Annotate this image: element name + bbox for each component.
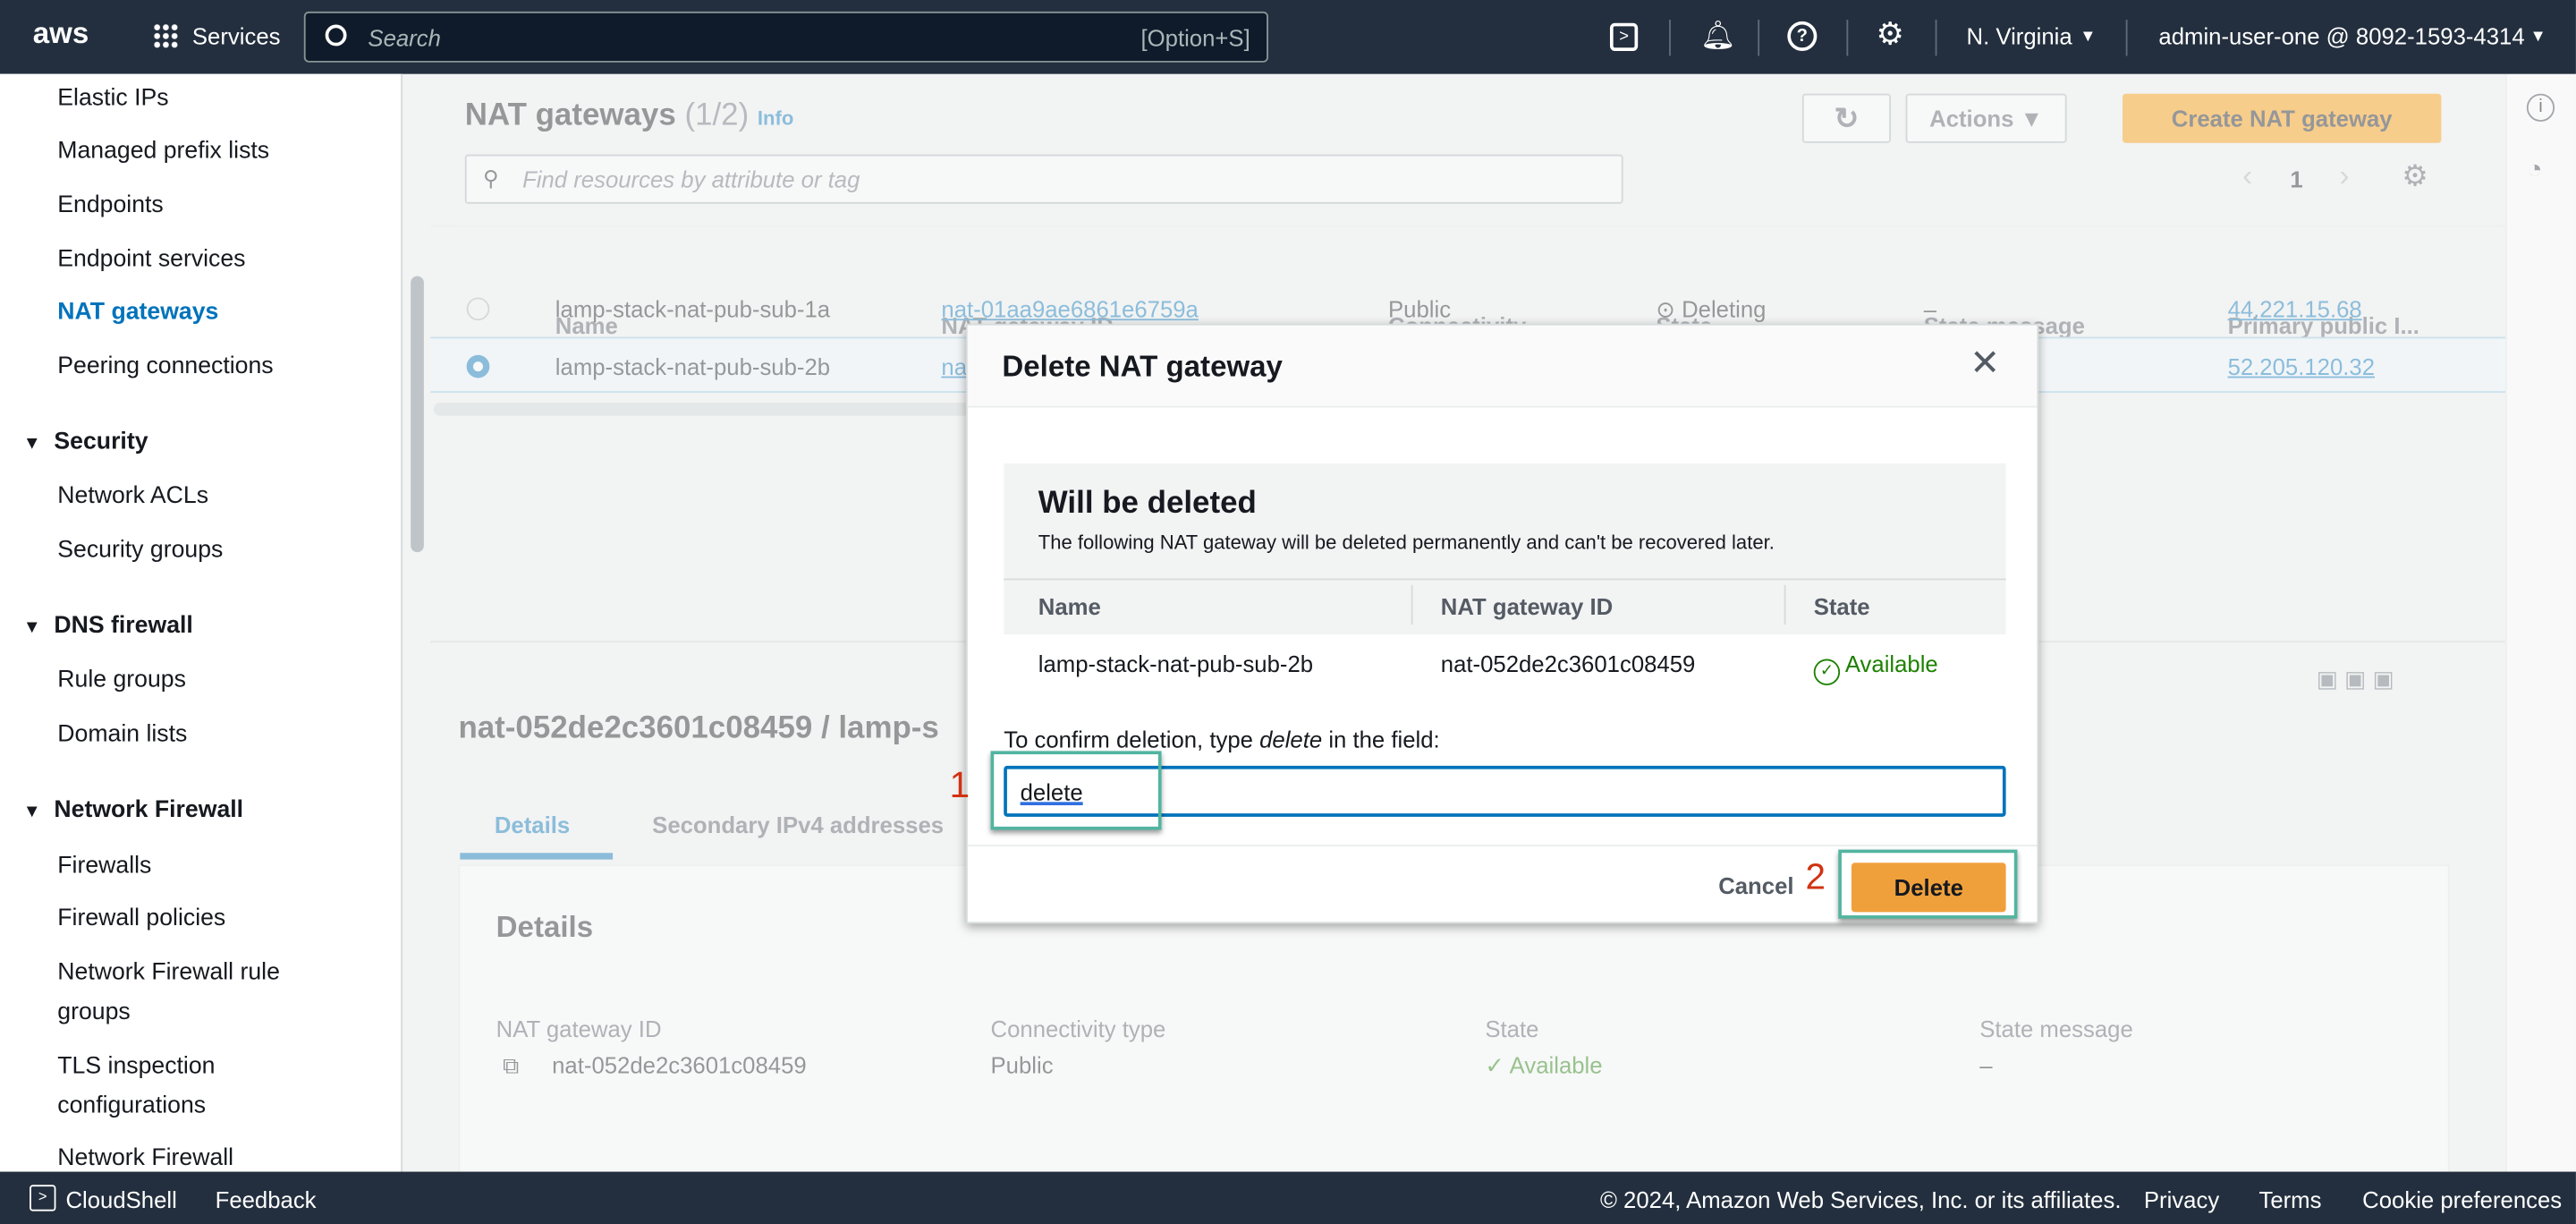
actions-button[interactable]: Actions ▼	[1905, 93, 2067, 143]
prev-page-icon[interactable]: ‹	[2242, 159, 2252, 194]
split-panel-icons[interactable]: ▣ ▣ ▣	[2317, 666, 2394, 693]
caret-down-icon: ▼	[2080, 28, 2097, 47]
notifications-bell-icon[interactable]: 🔔︎	[1700, 20, 1736, 53]
services-button[interactable]: Services	[192, 23, 281, 49]
cloudshell-icon[interactable]: >	[30, 1185, 56, 1211]
refresh-button[interactable]: ↻	[1801, 93, 1892, 143]
sidebar-item-firewall-policies[interactable]: Firewall policies	[57, 899, 225, 939]
search-input[interactable]: Search [Option+S]	[303, 11, 1268, 63]
sidebar-section-dns-firewall[interactable]: ▼ DNS firewall	[23, 607, 193, 648]
will-be-deleted-container: Will be deleted The following NAT gatewa…	[1004, 463, 2006, 634]
copyright: © 2024, Amazon Web Services, Inc. or its…	[1599, 1186, 2122, 1213]
sidebar-item-peering-connections[interactable]: Peering connections	[57, 347, 273, 387]
sidebar-section-network-firewall[interactable]: ▼ Network Firewall	[23, 790, 243, 831]
filter-input[interactable]: ⚲ Find resources by attribute or tag	[464, 154, 1623, 204]
cookie-preferences-link[interactable]: Cookie preferences	[2362, 1186, 2562, 1212]
terms-link[interactable]: Terms	[2258, 1186, 2321, 1212]
row-radio-selected[interactable]	[466, 354, 490, 378]
create-nat-gateway-button[interactable]: Create NAT gateway	[2123, 93, 2442, 143]
search-icon	[325, 24, 347, 47]
feedback-link[interactable]: Feedback	[216, 1186, 317, 1212]
cloudshell-icon[interactable]: >	[1609, 22, 1639, 51]
delete-nat-gateway-dialog: Delete NAT gateway ✕ Will be deleted The…	[965, 323, 2039, 924]
region-selector[interactable]: N. Virginia	[1967, 23, 2072, 49]
top-navigation: aws Services Search [Option+S] > 🔔︎ ? ⚙ …	[0, 0, 2576, 74]
tab-secondary-ipv4[interactable]: Secondary IPv4 addresses	[652, 812, 944, 837]
settings-gear-icon[interactable]: ⚙	[1877, 16, 1904, 54]
sidebar-item-rule-groups[interactable]: Rule groups	[57, 660, 186, 700]
page-number[interactable]: 1	[2290, 166, 2302, 192]
sidebar-item-managed-prefix-lists[interactable]: Managed prefix lists	[57, 132, 269, 171]
sidebar-item-domain-lists[interactable]: Domain lists	[57, 715, 187, 754]
feedback-icon[interactable]: ◔	[2527, 156, 2543, 185]
sidebar-scrollbar[interactable]	[411, 276, 424, 553]
annotation-number-2: 2	[1805, 855, 1826, 897]
info-icon[interactable]: i	[2526, 93, 2555, 122]
detail-title: nat-052de2c3601c08459 / lamp-s	[458, 711, 939, 746]
privacy-link[interactable]: Privacy	[2144, 1186, 2219, 1212]
search-icon: ⚲	[482, 166, 499, 191]
sidebar-item-elastic-ips[interactable]: Elastic IPs	[57, 79, 168, 118]
help-icon[interactable]: ?	[1787, 21, 1818, 51]
sidebar-item-endpoint-services[interactable]: Endpoint services	[57, 240, 245, 279]
cancel-button[interactable]: Cancel	[1718, 872, 1793, 898]
sidebar-item-rule-groups-nfw[interactable]: Network Firewall rule groups	[57, 953, 336, 1032]
search-shortcut: [Option+S]	[1140, 24, 1250, 51]
aws-logo[interactable]: aws	[33, 16, 89, 51]
annotation-number-1: 1	[949, 764, 970, 805]
sidebar-item-firewalls[interactable]: Firewalls	[57, 846, 151, 886]
caret-down-icon: ▼	[2529, 28, 2546, 47]
search-placeholder: Search	[368, 24, 441, 51]
tab-details[interactable]: Details	[495, 812, 570, 837]
copy-icon[interactable]: ⧉	[503, 1051, 519, 1079]
dialog-title: Delete NAT gateway	[1002, 350, 1283, 383]
confirm-delete-input[interactable]: delete	[1004, 765, 2006, 817]
table-horizontal-scrollbar[interactable]	[433, 402, 976, 416]
next-page-icon[interactable]: ›	[2339, 159, 2349, 194]
cloudshell-link[interactable]: CloudShell	[65, 1186, 176, 1212]
sidebar-item-tls-inspection[interactable]: TLS inspection configurations	[57, 1047, 271, 1126]
sidebar-item-security-groups[interactable]: Security groups	[57, 531, 223, 570]
status-available: ✓ Available	[1813, 650, 1938, 685]
sidebar: Elastic IPs Managed prefix lists Endpoin…	[0, 73, 402, 1172]
right-tools-rail: i ◔	[2504, 73, 2576, 1172]
check-circle-icon: ✓	[1813, 659, 1841, 685]
services-grid-icon[interactable]	[152, 22, 180, 50]
sidebar-item-network-acls[interactable]: Network ACLs	[57, 477, 208, 516]
confirm-label: To confirm deletion, type delete in the …	[1004, 726, 1440, 753]
table-settings-icon[interactable]: ⚙	[2402, 159, 2428, 194]
sidebar-item-nat-gateways[interactable]: NAT gateways	[57, 293, 218, 332]
table-row: lamp-stack-nat-pub-sub-2b nat-052de2c360…	[1004, 633, 2006, 694]
account-menu[interactable]: admin-user-one @ 8092-1593-4314	[2158, 23, 2524, 49]
info-link[interactable]: Info	[758, 106, 793, 130]
delete-button[interactable]: Delete	[1851, 863, 2006, 913]
row-radio[interactable]	[466, 297, 490, 321]
sidebar-section-security[interactable]: ▼ Security	[23, 422, 148, 463]
console-footer: > CloudShell Feedback © 2024, Amazon Web…	[0, 1171, 2576, 1224]
state-deleting: ⊙ Deleting	[1656, 295, 1767, 322]
close-icon[interactable]: ✕	[1970, 342, 2000, 385]
page-title: NAT gateways (1/2) Info	[464, 98, 794, 133]
sidebar-item-endpoints[interactable]: Endpoints	[57, 186, 163, 225]
